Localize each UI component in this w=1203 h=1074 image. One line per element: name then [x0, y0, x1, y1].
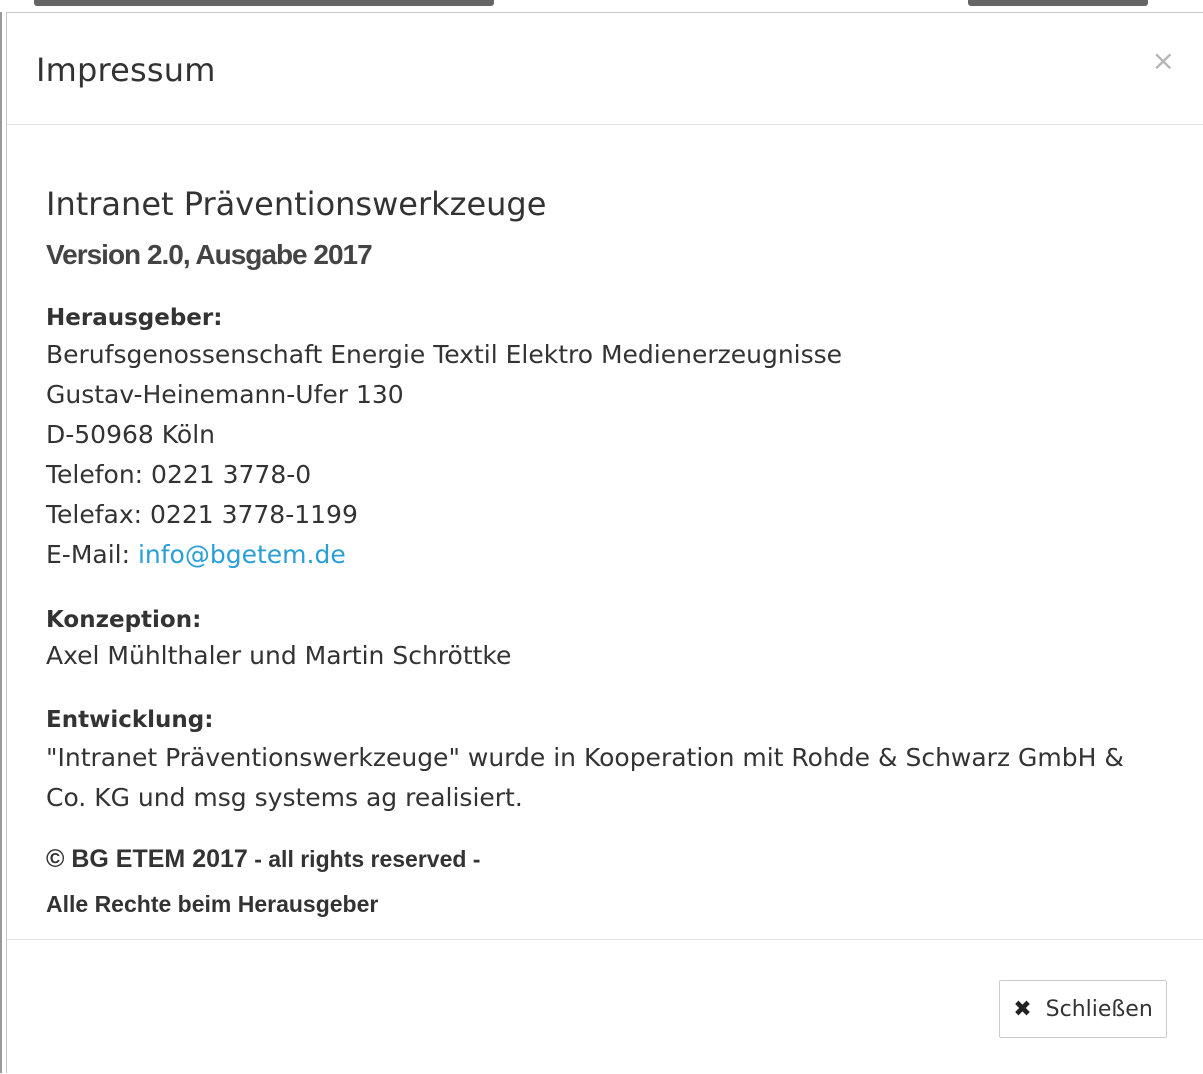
copyright-line2: Alle Rechte beim Herausgeber: [46, 891, 379, 917]
page-left-edge: [0, 0, 2, 1073]
close-icon: ✖: [1013, 996, 1032, 1022]
publisher-email-line: E-Mail: info@bgetem.de: [46, 540, 346, 569]
development-heading: Entwicklung:: [46, 707, 214, 733]
impressum-modal: Impressum × Intranet Präventionswerkzeug…: [6, 12, 1203, 1073]
close-button-label: Schließen: [1045, 996, 1153, 1022]
copyright-suffix: - all rights reserved -: [247, 846, 481, 872]
publisher-organization: Berufsgenossenschaft Energie Textil Elek…: [46, 340, 843, 369]
publisher-city: D-50968 Köln: [46, 420, 215, 449]
close-icon[interactable]: ×: [1152, 47, 1175, 75]
development-text: "Intranet Präventionswerkzeuge" wurde in…: [46, 743, 1124, 812]
background-text-fragment: [968, 0, 1148, 6]
publisher-fax: Telefax: 0221 3778-1199: [46, 500, 358, 529]
background-page-strip: [0, 0, 1203, 12]
email-label: E-Mail:: [46, 540, 138, 569]
copyright-main: © BG ETEM 2017: [46, 845, 248, 873]
modal-footer: ✖ Schließen: [7, 939, 1203, 1074]
email-link[interactable]: info@bgetem.de: [138, 540, 346, 569]
publisher-street: Gustav-Heinemann-Ufer 130: [46, 380, 404, 409]
concept-text: Axel Mühlthaler und Martin Schröttke: [46, 641, 512, 670]
modal-body: Intranet Präventionswerkzeuge Version 2.…: [7, 125, 1203, 940]
publisher-phone: Telefon: 0221 3778-0: [46, 460, 312, 489]
app-name: Intranet Präventionswerkzeuge: [46, 185, 547, 223]
modal-header: Impressum ×: [7, 13, 1203, 125]
background-text-fragment: [34, 0, 494, 6]
publisher-heading: Herausgeber:: [46, 305, 223, 331]
copyright-line: © BG ETEM 2017 - all rights reserved -: [46, 845, 480, 874]
concept-heading: Konzeption:: [46, 607, 202, 633]
close-button[interactable]: ✖ Schließen: [999, 980, 1167, 1038]
version-text: Version 2.0, Ausgabe 2017: [46, 239, 373, 270]
modal-title: Impressum: [36, 51, 216, 89]
